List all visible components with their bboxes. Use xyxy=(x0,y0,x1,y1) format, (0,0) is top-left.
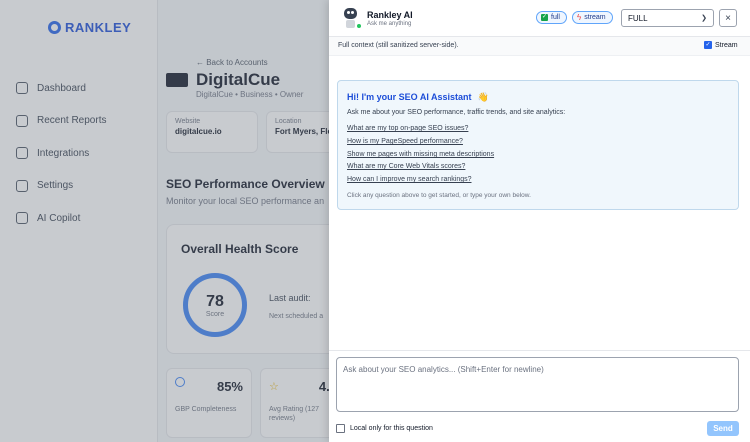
suggested-question[interactable]: What are my top on-page SEO issues? xyxy=(347,125,468,132)
message-input-placeholder: Ask about your SEO analytics... (Shift+E… xyxy=(343,365,544,374)
context-bar: Full context (still sanitized server-sid… xyxy=(329,37,750,56)
suggested-question[interactable]: How is my PageSpeed performance? xyxy=(347,138,463,145)
close-icon: × xyxy=(725,12,731,24)
welcome-message: Hi! I'm your SEO AI Assistant 👋 Ask me ab… xyxy=(337,80,739,210)
welcome-title: Hi! I'm your SEO AI Assistant 👋 xyxy=(347,92,489,103)
local-only-label: Local only for this question xyxy=(350,425,433,432)
context-mode-value: FULL xyxy=(628,13,648,23)
suggested-question[interactable]: What are my Core Web Vitals scores? xyxy=(347,163,465,170)
suggested-question[interactable]: Show me pages with missing meta descript… xyxy=(347,151,494,158)
stream-toggle[interactable]: ✓ Stream xyxy=(704,41,738,49)
online-status-dot xyxy=(356,23,362,29)
chat-subtitle: Ask me anything xyxy=(367,21,412,27)
context-mode-select[interactable]: FULL ❯ xyxy=(621,9,714,27)
stream-toggle-label: Stream xyxy=(715,41,738,49)
composer-divider xyxy=(329,350,750,351)
close-button[interactable]: × xyxy=(719,9,737,27)
welcome-title-text: Hi! I'm your SEO AI Assistant xyxy=(347,92,472,102)
context-description: Full context (still sanitized server-sid… xyxy=(338,42,459,49)
checkmark-icon: ✓ xyxy=(541,14,548,21)
full-context-badge: ✓ full xyxy=(536,11,567,24)
suggested-question[interactable]: How can I improve my search rankings? xyxy=(347,176,472,183)
lightning-icon: ϟ xyxy=(577,13,582,22)
chat-title: Rankley AI xyxy=(367,10,413,20)
welcome-hint: Click any question above to get started,… xyxy=(347,192,531,199)
send-button[interactable]: Send xyxy=(707,421,739,436)
waving-hand-icon: 👋 xyxy=(477,92,489,102)
chat-header: Rankley AI Ask me anything ✓ full ϟ stre… xyxy=(329,0,750,37)
full-badge-label: full xyxy=(551,14,560,21)
local-only-toggle[interactable]: Local only for this question xyxy=(336,424,433,433)
welcome-intro: Ask me about your SEO performance, traff… xyxy=(347,109,566,116)
chevron-down-icon: ❯ xyxy=(701,15,707,22)
stream-checkbox[interactable]: ✓ xyxy=(704,41,712,49)
message-input[interactable]: Ask about your SEO analytics... (Shift+E… xyxy=(336,357,739,412)
ai-chat-panel: Rankley AI Ask me anything ✓ full ϟ stre… xyxy=(329,0,750,442)
local-only-checkbox[interactable] xyxy=(336,424,345,433)
stream-badge: ϟ stream xyxy=(572,11,613,24)
stream-badge-label: stream xyxy=(584,14,606,21)
